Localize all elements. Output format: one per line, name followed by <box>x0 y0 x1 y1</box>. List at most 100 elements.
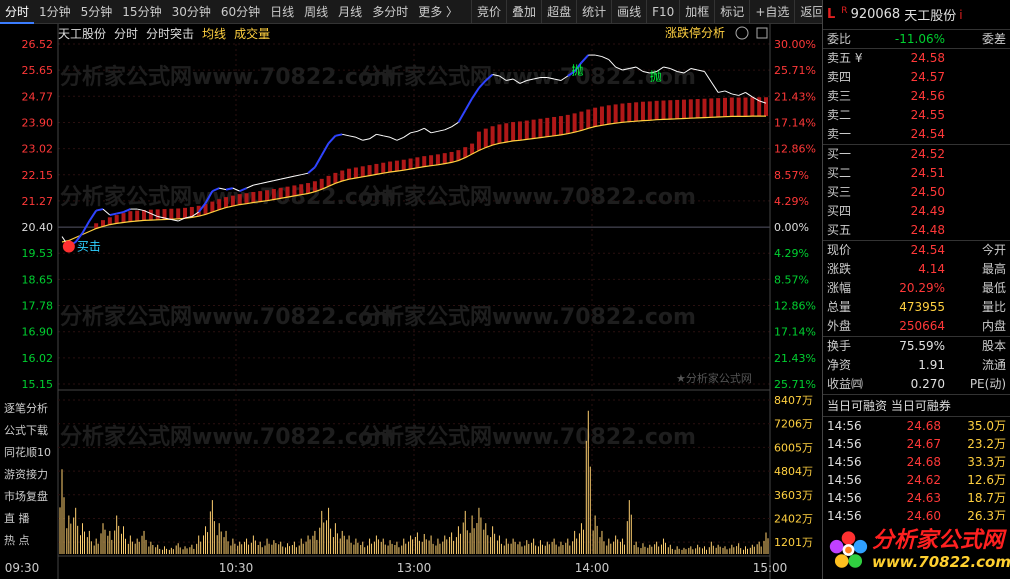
tool-button-7[interactable]: 标记 <box>714 0 749 24</box>
price-line-segment <box>595 54 603 58</box>
vol-tick-label: 2402万 <box>774 512 813 525</box>
tool-button-4[interactable]: 画线 <box>611 0 646 24</box>
bid-label: 买一 <box>827 147 852 161</box>
price-line-segment <box>109 212 117 217</box>
tab-2[interactable]: 5分钟 <box>76 0 118 24</box>
pct-tick-label: 25.71% <box>774 64 816 77</box>
ask-row[interactable]: 卖三 24.56 <box>823 87 1010 106</box>
tool-button-1[interactable]: 叠加 <box>506 0 541 24</box>
tool-button-5[interactable]: F10 <box>646 0 679 24</box>
tab-3[interactable]: 15分钟 <box>117 0 166 24</box>
legend-indicator[interactable]: 分时突击 <box>146 25 194 42</box>
sidebar-item-5[interactable]: 直 播 <box>0 508 58 530</box>
watermark-text: 分析家公式网www.70822.com <box>360 184 696 210</box>
trade-price: 24.67 <box>906 437 941 451</box>
price-line-segment <box>348 135 357 138</box>
legend-mode[interactable]: 分时 <box>114 25 138 42</box>
tab-5[interactable]: 60分钟 <box>216 0 265 24</box>
time-tick-label: 14:00 <box>575 561 610 575</box>
bid-price: 24.52 <box>910 147 945 161</box>
bid-book: 买一 24.52 买二 24.51 买三 24.50 买四 24.49 买五 24.48 <box>823 145 1010 241</box>
r-badge: R <box>841 5 848 16</box>
bid-price: 24.48 <box>910 223 945 237</box>
price-line-segment <box>580 54 590 64</box>
pct-tick-label: 0.00% <box>774 221 809 234</box>
sidebar-item-2[interactable]: 同花顺10 <box>0 442 58 464</box>
price-line-segment <box>724 90 733 95</box>
sidebar-item-0[interactable]: 逐笔分析 <box>0 398 58 420</box>
bid-row[interactable]: 买五 24.48 <box>823 221 1010 240</box>
bid-label: 买五 <box>827 223 852 237</box>
stats2-row: 净资 1.91 流通 <box>823 356 1010 375</box>
sidebar-item-3[interactable]: 游资接力 <box>0 464 58 486</box>
price-line-segment <box>342 133 350 137</box>
add-icon <box>735 26 749 40</box>
info-icon[interactable]: i <box>959 8 962 22</box>
tab-10[interactable]: 更多 〉 <box>413 0 463 24</box>
pct-tick-label: 21.43% <box>774 90 816 103</box>
price-tick-label: 26.52 <box>22 38 54 51</box>
stats-value: 250664 <box>899 319 945 333</box>
price-line-segment <box>335 133 343 137</box>
price-tick-label: 22.15 <box>22 169 54 182</box>
stock-name: 天工股份 <box>904 9 957 24</box>
trade-price: 24.68 <box>906 455 941 469</box>
trade-price: 24.68 <box>906 419 941 433</box>
sidebar-item-4[interactable]: 市场复盘 <box>0 486 58 508</box>
price-line-segment <box>88 210 98 222</box>
price-line-segment <box>423 127 432 134</box>
pct-tick-label: 21.43% <box>774 352 816 365</box>
price-line-segment <box>260 181 268 185</box>
tab-0[interactable]: 分时 <box>0 0 35 24</box>
stats-label: 现价 <box>827 243 852 257</box>
tab-8[interactable]: 月线 <box>333 0 367 24</box>
weibi-row: 委比 -11.06% 委差 <box>823 30 1010 49</box>
tool-button-3[interactable]: 统计 <box>576 0 611 24</box>
price-line-segment <box>403 132 411 138</box>
sidebar-item-6[interactable]: 热 点 <box>0 530 58 552</box>
stats-label-right: 今开 <box>981 243 1006 257</box>
bid-price: 24.49 <box>910 204 945 218</box>
bid-row[interactable]: 买四 24.49 <box>823 202 1010 221</box>
tab-1[interactable]: 1分钟 <box>34 0 76 24</box>
trade-row: 14:56 24.67 23.2万 <box>823 435 1010 453</box>
ask-row[interactable]: 卖一 24.54 <box>823 125 1010 144</box>
watermark-text: 分析家公式网www.70822.com <box>60 64 396 90</box>
tool-button-2[interactable]: 超盘 <box>541 0 576 24</box>
ask-book: 卖五 ¥ 24.58 卖四 24.57 卖三 24.56 卖二 24.55 卖一 24.54 <box>823 49 1010 145</box>
tab-9[interactable]: 多分时 <box>367 0 413 24</box>
tab-7[interactable]: 周线 <box>299 0 333 24</box>
ask-row[interactable]: 卖五 ¥ 24.58 <box>823 49 1010 68</box>
pct-tick-label: 12.86% <box>774 143 816 156</box>
bid-label: 买二 <box>827 166 852 180</box>
pct-tick-label: 12.86% <box>774 300 816 313</box>
price-line-segment <box>718 90 726 93</box>
ask-row[interactable]: 卖二 24.55 <box>823 106 1010 125</box>
weibi-value: -11.06% <box>894 32 945 46</box>
trade-list[interactable]: 14:56 24.68 35.0万 14:56 24.67 23.2万 14:56 24.68… <box>823 417 1010 525</box>
tool-button-8[interactable]: +自选 <box>749 0 794 24</box>
price-tick-label: 20.40 <box>22 221 54 234</box>
tab-6[interactable]: 日线 <box>265 0 299 24</box>
stats-label-right: 量比 <box>981 300 1006 314</box>
bid-row[interactable]: 买一 24.52 <box>823 145 1010 164</box>
stats2-value: 0.270 <box>910 377 945 391</box>
price-line-segment <box>266 180 274 183</box>
time-tick-label: 15:00 <box>753 561 788 575</box>
trade-amount: 18.7万 <box>967 491 1006 505</box>
ask-label: 卖四 <box>827 70 852 84</box>
tool-button-6[interactable]: 加框 <box>679 0 714 24</box>
watermark-text: 分析家公式网www.70822.com <box>360 64 696 90</box>
tab-4[interactable]: 30分钟 <box>167 0 216 24</box>
price-line-segment <box>464 97 473 111</box>
price-tick-label: 15.15 <box>22 378 54 391</box>
intraday-chart[interactable]: 26.52 30.00% 25.65 25.71% 24.77 21.43% 23.90 17… <box>0 24 822 579</box>
bid-row[interactable]: 买二 24.51 <box>823 164 1010 183</box>
watermark-text: 分析家公式网www.70822.com <box>60 304 396 330</box>
ask-row[interactable]: 卖四 24.57 <box>823 68 1010 87</box>
stats-row: 涨跌 4.14 最高 <box>823 260 1010 279</box>
tool-button-0[interactable]: 竞价 <box>471 0 506 24</box>
sidebar-item-1[interactable]: 公式下载 <box>0 420 58 442</box>
bid-row[interactable]: 买三 24.50 <box>823 183 1010 202</box>
level-badge[interactable]: L <box>827 7 835 22</box>
